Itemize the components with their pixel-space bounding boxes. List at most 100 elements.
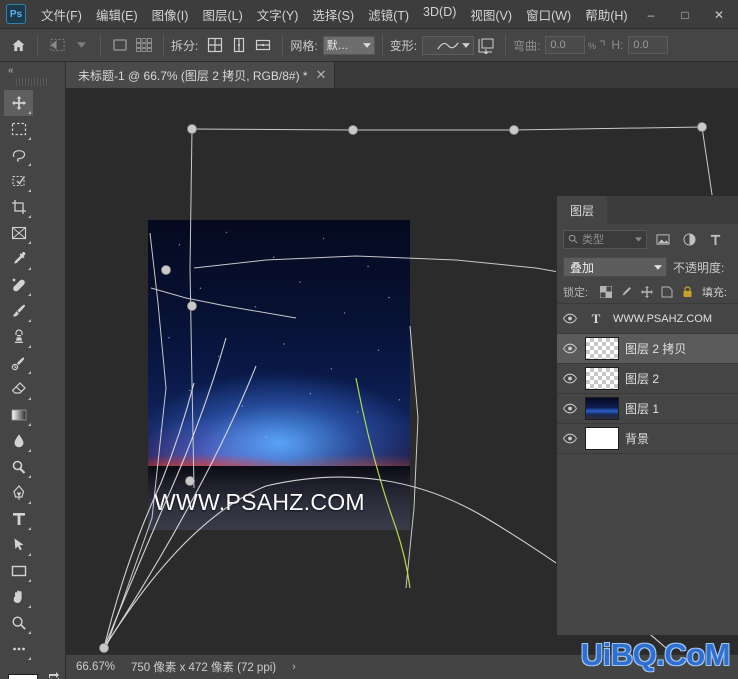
layer-filter-select[interactable]: 类型	[563, 229, 647, 249]
canvas-watermark-text: WWW.PSAHZ.COM	[154, 489, 365, 515]
layer-thumbnail[interactable]	[585, 427, 619, 450]
menu-file[interactable]: 文件(F)	[34, 1, 89, 28]
menu-view[interactable]: 视图(V)	[463, 1, 519, 28]
type-filter-icon[interactable]	[705, 229, 725, 249]
opacity-label: 不透明度:	[673, 260, 725, 275]
color-swatches	[4, 672, 62, 679]
foreground-color-swatch[interactable]	[7, 674, 38, 679]
warp-style-select[interactable]	[422, 35, 475, 55]
eraser-tool[interactable]	[4, 376, 33, 402]
grid-label: 网格:	[290, 38, 318, 53]
rectangle-tool[interactable]	[4, 558, 33, 584]
type-tool[interactable]	[4, 506, 33, 532]
crop-tool[interactable]	[4, 194, 33, 220]
edit-toolbar-tool[interactable]	[4, 636, 33, 662]
lock-image-icon[interactable]	[618, 284, 633, 300]
blur-tool[interactable]	[4, 428, 33, 454]
table-row[interactable]: 图层 2	[557, 364, 738, 394]
table-row[interactable]: 图层 2 拷贝	[557, 334, 738, 364]
document-tab[interactable]: 未标题-1 @ 66.7% (图层 2 拷贝, RGB/8#) * ✕	[66, 62, 336, 88]
type-layer-icon: T	[591, 310, 601, 326]
swap-colors-icon[interactable]	[48, 672, 60, 679]
warp-preset-icon[interactable]	[45, 34, 69, 56]
photoshop-logo-icon: Ps	[6, 4, 26, 24]
document-tab-bar: 未标题-1 @ 66.7% (图层 2 拷贝, RGB/8#) * ✕	[66, 62, 738, 88]
menu-window[interactable]: 窗口(W)	[519, 1, 578, 28]
eyedropper-tool[interactable]	[4, 246, 33, 272]
menu-type[interactable]: 文字(Y)	[250, 1, 306, 28]
menu-3d[interactable]: 3D(D)	[416, 1, 463, 28]
frame-tool[interactable]	[4, 220, 33, 246]
warp-label: 变形:	[389, 38, 418, 53]
history-brush-tool[interactable]	[4, 350, 33, 376]
split-vertically-icon[interactable]	[227, 34, 251, 56]
dodge-tool[interactable]	[4, 454, 33, 480]
bend-label: 弯曲:	[513, 38, 541, 53]
maximize-button[interactable]: □	[668, 3, 702, 26]
table-row[interactable]: 图层 1	[557, 394, 738, 424]
lock-position-icon[interactable]	[639, 284, 654, 300]
grid-select[interactable]: 默…	[322, 35, 375, 55]
close-icon[interactable]: ✕	[316, 67, 327, 83]
eye-icon[interactable]	[561, 313, 579, 324]
layer-thumbnail[interactable]	[585, 397, 619, 420]
eye-icon[interactable]	[561, 433, 579, 444]
adjustment-filter-icon[interactable]	[679, 229, 699, 249]
quick-selection-tool[interactable]	[4, 168, 33, 194]
table-row[interactable]: 背景	[557, 424, 738, 454]
panel-grip[interactable]	[16, 78, 49, 86]
title-bar: Ps 文件(F) 编辑(E) 图像(I) 图层(L) 文字(Y) 选择(S) 滤镜(T) 3D…	[0, 0, 738, 29]
home-icon[interactable]	[6, 34, 30, 56]
hand-tool[interactable]	[4, 584, 33, 610]
blend-mode-select[interactable]: 叠加	[563, 257, 667, 277]
window-controls: – □ ✕	[634, 3, 736, 26]
move-tool[interactable]	[4, 90, 33, 116]
layer-thumbnail[interactable]	[585, 337, 619, 360]
warp-grid-toggle-icon[interactable]	[132, 34, 156, 56]
lock-all-icon[interactable]	[680, 284, 695, 300]
menu-filter[interactable]: 滤镜(T)	[361, 1, 416, 28]
eye-icon[interactable]	[561, 373, 579, 384]
menu-image[interactable]: 图像(I)	[145, 1, 196, 28]
collapse-panel-icon[interactable]: «	[0, 62, 65, 78]
clone-stamp-tool[interactable]	[4, 324, 33, 350]
close-button[interactable]: ✕	[702, 3, 736, 26]
panel-tab-bar: 图层	[557, 196, 738, 224]
gradient-tool[interactable]	[4, 402, 33, 428]
lasso-tool[interactable]	[4, 142, 33, 168]
lock-artboard-icon[interactable]	[659, 284, 674, 300]
layer-thumbnail[interactable]	[585, 367, 619, 390]
svg-text:%: %	[588, 41, 596, 51]
brush-tool[interactable]	[4, 298, 33, 324]
menu-layer[interactable]: 图层(L)	[195, 1, 249, 28]
table-row[interactable]: T WWW.PSAHZ.COM	[557, 304, 738, 334]
zoom-tool[interactable]	[4, 610, 33, 636]
document-canvas[interactable]: WWW.PSAHZ.COM	[148, 220, 410, 530]
chevron-down-icon[interactable]	[69, 34, 93, 56]
spot-healing-brush-tool[interactable]	[4, 272, 33, 298]
tab-layers[interactable]: 图层	[557, 196, 608, 224]
menu-select[interactable]: 选择(S)	[305, 1, 361, 28]
split-horizontally-icon[interactable]	[251, 34, 275, 56]
eye-icon[interactable]	[561, 343, 579, 354]
blend-mode-row: 叠加 不透明度:	[557, 254, 738, 280]
rectangular-marquee-tool[interactable]	[4, 116, 33, 142]
minimize-button[interactable]: –	[634, 3, 668, 26]
warp-split-toggle-icon[interactable]	[108, 34, 132, 56]
menu-edit[interactable]: 编辑(E)	[89, 1, 145, 28]
h-label: H:	[611, 38, 624, 52]
path-selection-tool[interactable]	[4, 532, 33, 558]
divider	[505, 34, 507, 56]
eye-icon[interactable]	[561, 403, 579, 414]
bend-input[interactable]: 0.0	[545, 36, 586, 54]
zoom-level[interactable]: 66.67%	[76, 661, 115, 673]
tool-list	[0, 86, 65, 662]
image-filter-icon[interactable]	[653, 229, 673, 249]
lock-transparency-icon[interactable]	[598, 284, 613, 300]
pen-tool[interactable]	[4, 480, 33, 506]
status-menu-arrow-icon[interactable]: ›	[292, 661, 296, 673]
warp-orientation-icon[interactable]	[474, 34, 498, 56]
split-crossways-icon[interactable]	[203, 34, 227, 56]
h-input[interactable]: 0.0	[628, 36, 669, 54]
menu-help[interactable]: 帮助(H)	[578, 1, 634, 28]
